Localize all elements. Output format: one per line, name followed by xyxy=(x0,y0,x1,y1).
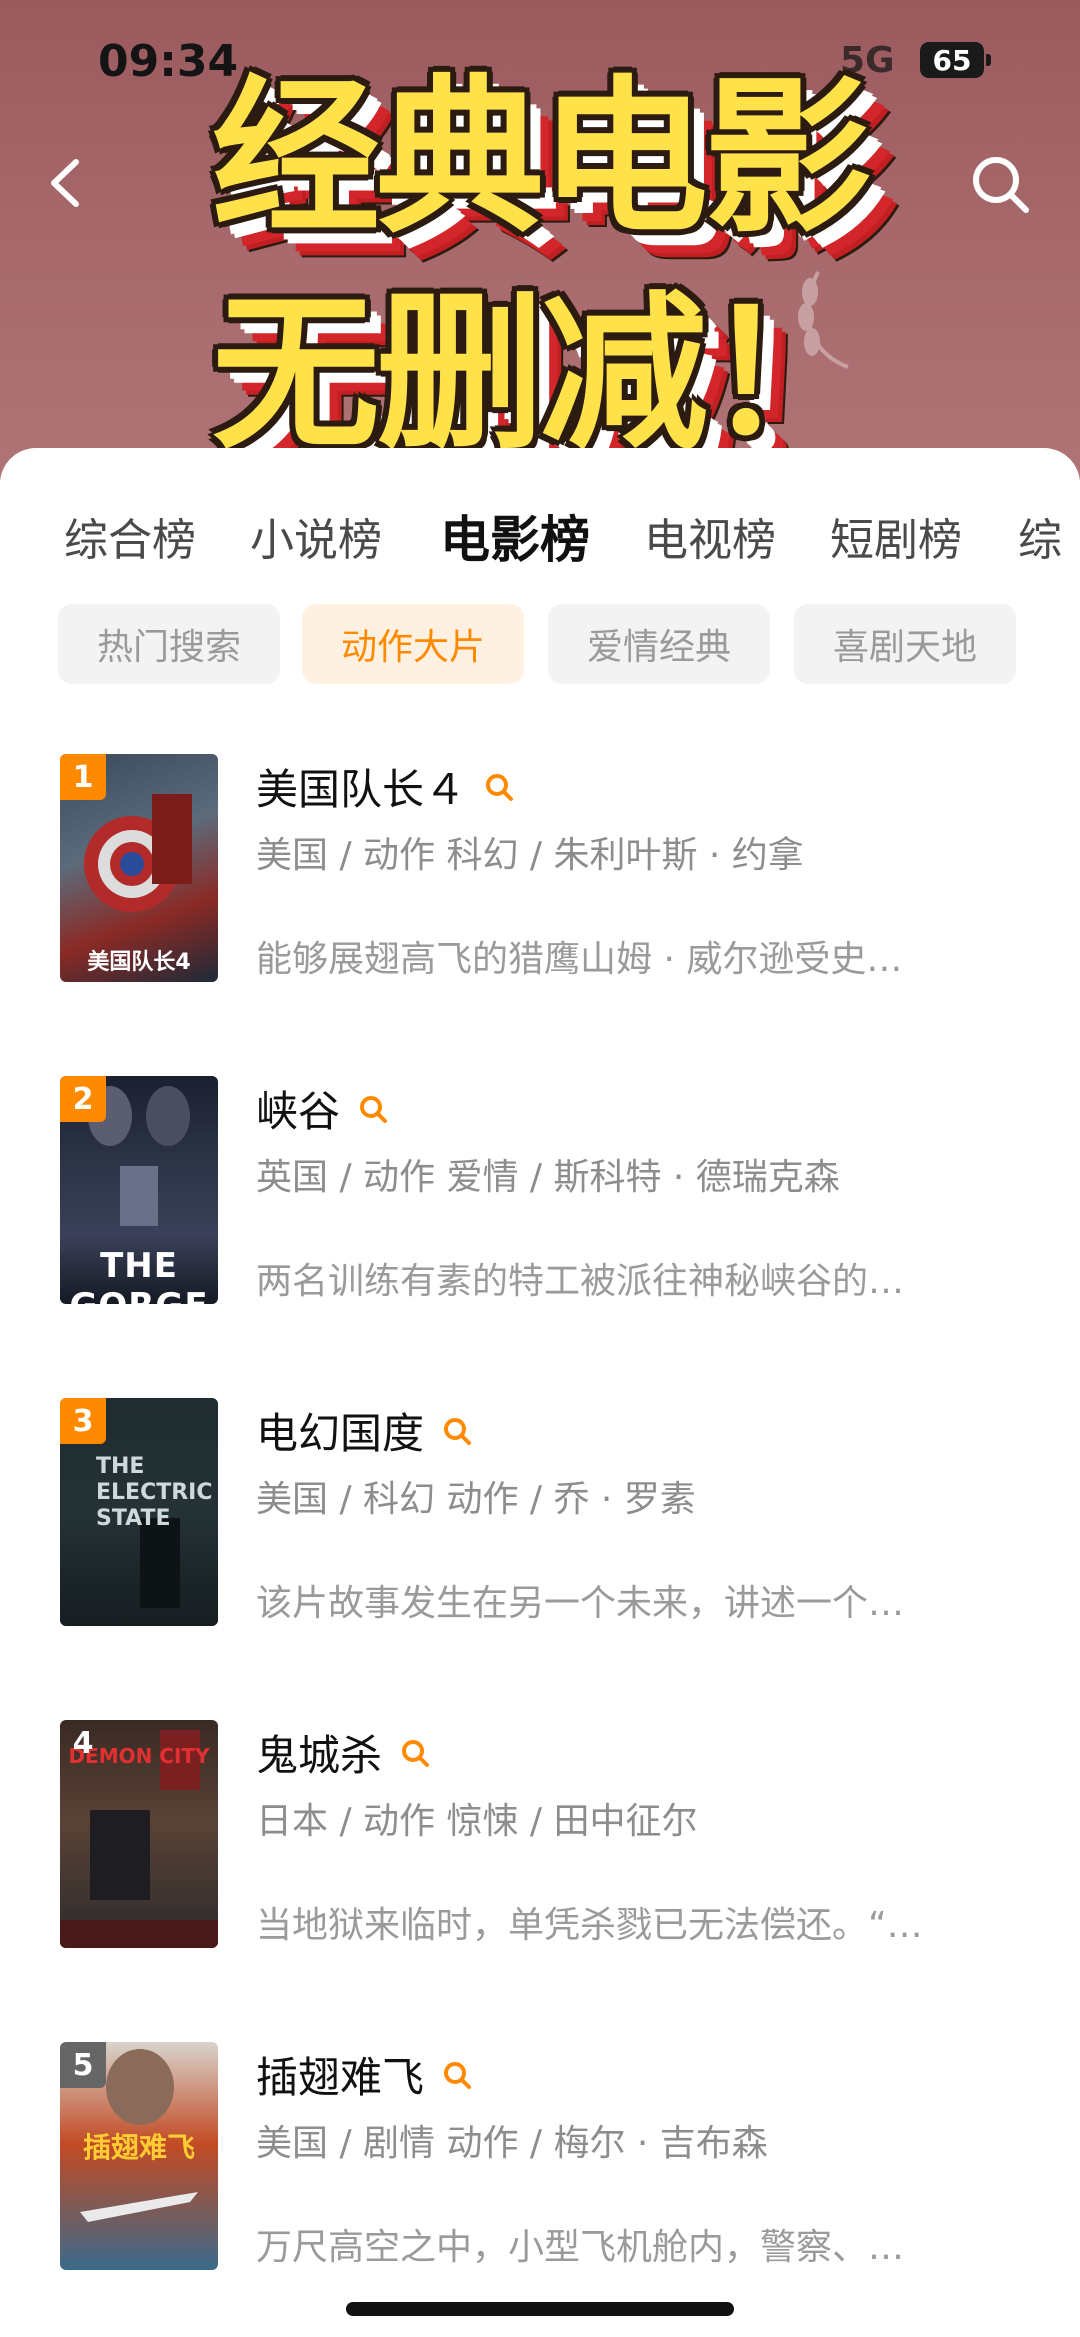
rank-badge: 2 xyxy=(60,1076,106,1122)
movie-description: 两名训练有素的特工被派往神秘峡谷的… xyxy=(256,1261,905,1302)
search-icon[interactable] xyxy=(442,2060,472,2090)
movie-title: 峡谷 xyxy=(256,1078,388,1139)
list-item[interactable]: 美国队长4 1 美国队长４ 美国 / 动作 科幻 / 朱利叶斯 · 约拿 能够展… xyxy=(0,754,1080,994)
rank-badge: 3 xyxy=(60,1398,106,1444)
movie-meta: 美国 / 科幻 动作 / 乔 · 罗素 xyxy=(256,1479,696,1520)
ranking-sheet: 综合榜 小说榜 电影榜 电视榜 短剧榜 综 热门搜索 动作大片 爱情经典 喜剧天… xyxy=(0,448,1080,2337)
banner-title-line1: 经典电影 xyxy=(212,60,872,256)
movie-title: 美国队长４ xyxy=(256,756,514,817)
tab-novel[interactable]: 小说榜 xyxy=(250,504,382,568)
chip-hot-search[interactable]: 热门搜索 xyxy=(58,604,280,684)
battery-indicator: 65 xyxy=(920,42,991,78)
movie-title: 插翅难飞 xyxy=(256,2044,472,2105)
search-icon[interactable] xyxy=(484,772,514,802)
movie-description: 能够展翅高飞的猎鹰山姆 · 威尔逊受史… xyxy=(256,939,903,980)
tab-general[interactable]: 综合榜 xyxy=(64,504,196,568)
list-item[interactable]: THE ELECTRIC STATE 3 电幻国度 美国 / 科幻 动作 / 乔… xyxy=(0,1398,1080,1638)
search-icon[interactable] xyxy=(966,150,1036,220)
chip-romance[interactable]: 爱情经典 xyxy=(548,604,770,684)
rank-badge: 1 xyxy=(60,754,106,800)
search-icon[interactable] xyxy=(442,1416,472,1446)
tab-short-drama[interactable]: 短剧榜 xyxy=(830,504,962,568)
back-icon[interactable] xyxy=(40,150,92,216)
rank-badge: 5 xyxy=(60,2042,106,2088)
chip-comedy[interactable]: 喜剧天地 xyxy=(794,604,1016,684)
movie-title: 鬼城杀 xyxy=(256,1722,430,1783)
list-item[interactable]: THE GORGE 2 峡谷 英国 / 动作 爱情 / 斯科特 · 德瑞克森 两… xyxy=(0,1076,1080,1316)
chip-action[interactable]: 动作大片 xyxy=(302,604,524,684)
search-icon[interactable] xyxy=(400,1738,430,1768)
movie-meta: 英国 / 动作 爱情 / 斯科特 · 德瑞克森 xyxy=(256,1157,840,1198)
home-indicator[interactable] xyxy=(346,2302,734,2316)
tab-tv[interactable]: 电视榜 xyxy=(644,504,776,568)
movie-meta: 美国 / 动作 科幻 / 朱利叶斯 · 约拿 xyxy=(256,835,804,876)
search-icon[interactable] xyxy=(358,1094,388,1124)
movie-meta: 日本 / 动作 惊悚 / 田中征尔 xyxy=(256,1801,698,1842)
movie-meta: 美国 / 剧情 动作 / 梅尔 · 吉布森 xyxy=(256,2123,768,2164)
rank-badge: 4 xyxy=(72,1725,94,1761)
genre-chips: 热门搜索 动作大片 爱情经典 喜剧天地 xyxy=(0,604,1080,686)
movie-description: 该片故事发生在另一个未来，讲述一个… xyxy=(256,1583,905,1624)
category-tabs: 综合榜 小说榜 电影榜 电视榜 短剧榜 综 xyxy=(0,504,1080,574)
movie-title: 电幻国度 xyxy=(256,1400,472,1461)
tab-variety[interactable]: 综 xyxy=(1018,504,1062,568)
header-banner: 09:34 5G 65 经典电影 无删减！ xyxy=(0,0,1080,480)
list-item[interactable]: DEMON CITY 4 鬼城杀 日本 / 动作 惊悚 / 田中征尔 当地狱来临… xyxy=(0,1720,1080,1960)
banner-title-line2: 无删减！ xyxy=(212,276,872,472)
list-item[interactable]: 插翅难飞 5 插翅难飞 美国 / 剧情 动作 / 梅尔 · 吉布森 万尺高空之中… xyxy=(0,2042,1080,2282)
movie-description: 当地狱来临时，单凭杀戮已无法偿还。“… xyxy=(256,1905,923,1946)
movie-description: 万尺高空之中，小型飞机舱内，警察、… xyxy=(256,2227,905,2268)
tab-movie[interactable]: 电影榜 xyxy=(440,504,590,572)
